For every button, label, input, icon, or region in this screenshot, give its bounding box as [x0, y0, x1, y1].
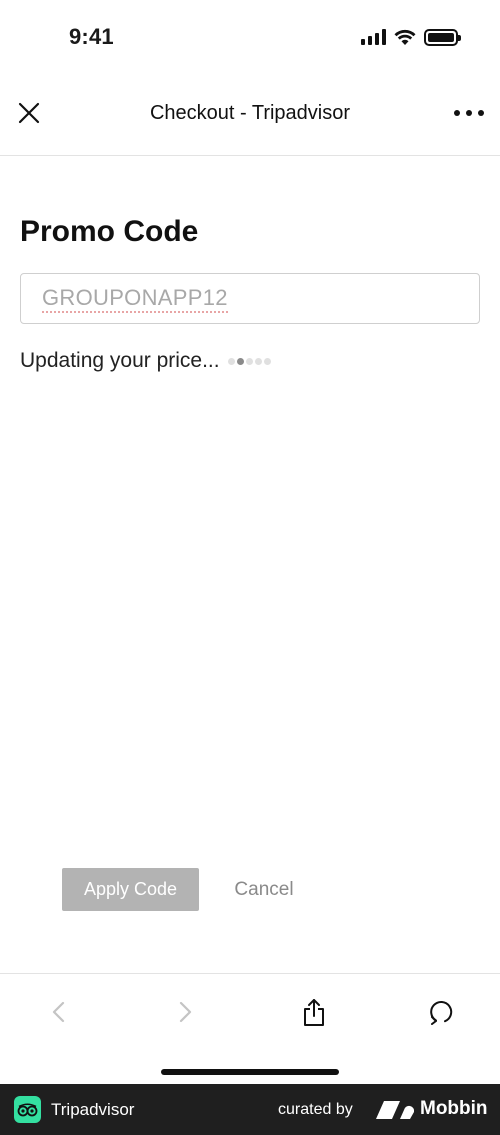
forward-button[interactable] — [165, 992, 205, 1032]
footer-brand: Mobbin — [420, 1098, 488, 1119]
status-icons — [361, 27, 461, 47]
refresh-icon — [430, 1000, 453, 1025]
share-button[interactable] — [294, 992, 334, 1032]
back-button[interactable] — [39, 992, 79, 1032]
chevron-left-icon — [52, 1001, 65, 1023]
footer-curated-label: curated by — [278, 1101, 353, 1118]
page-header-title: Checkout - Tripadvisor — [149, 102, 351, 124]
home-indicator — [161, 1069, 339, 1075]
battery-icon — [424, 28, 461, 46]
share-icon — [304, 999, 324, 1026]
promo-code-input[interactable] — [20, 273, 480, 324]
more-dot-icon — [478, 110, 484, 116]
browser-toolbar — [0, 973, 500, 1084]
status-text: Updating your price... — [20, 349, 220, 372]
cancel-button[interactable]: Cancel — [222, 868, 306, 911]
footer-app-name: Tripadvisor — [51, 1100, 135, 1119]
more-dot-icon — [454, 110, 460, 116]
loading-spinner-icon — [227, 357, 271, 365]
tripadvisor-logo-icon — [14, 1096, 41, 1123]
wifi-icon — [394, 29, 416, 45]
chevron-right-icon — [179, 1001, 192, 1023]
more-dot-icon — [466, 110, 472, 116]
price-update-status: Updating your price... — [20, 349, 271, 373]
nav-header: Checkout - Tripadvisor — [0, 74, 500, 156]
footer-banner: Tripadvisor curated by Mobbin — [0, 1084, 500, 1135]
status-bar: 9:41 — [0, 0, 500, 74]
status-time: 9:41 — [69, 24, 114, 49]
cellular-signal-icon — [361, 29, 386, 45]
refresh-button[interactable] — [421, 992, 461, 1032]
more-options-button[interactable] — [454, 100, 484, 126]
apply-code-button[interactable]: Apply Code — [62, 868, 199, 911]
mobbin-logo-icon — [376, 1101, 414, 1119]
page-title: Promo Code — [20, 215, 199, 248]
